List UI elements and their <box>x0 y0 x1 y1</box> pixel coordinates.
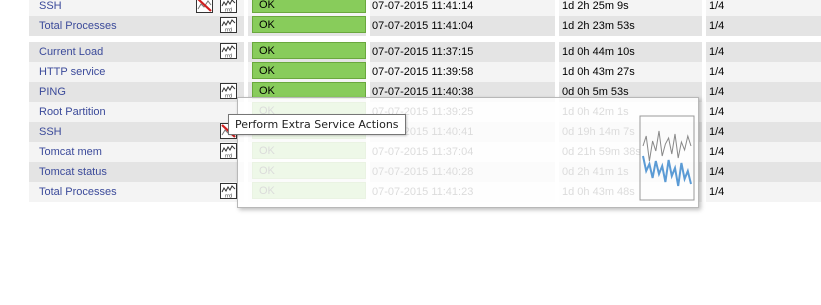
service-name-link[interactable]: SSH <box>39 0 62 16</box>
svg-text:rrd: rrd <box>225 194 232 200</box>
row-gutter <box>0 102 29 122</box>
row-gutter <box>0 0 29 16</box>
table-row: HTTP service OK 07-07-2015 11:39:58 1d 0h 4… <box>0 62 821 82</box>
last-check: 07-07-2015 11:41:14 <box>372 0 474 12</box>
svg-text:rrd: rrd <box>225 28 232 34</box>
last-check: 07-07-2015 11:41:04 <box>372 20 474 32</box>
rrd-graph-icon[interactable]: rrd <box>220 143 237 160</box>
table-row: Total Processes rrd OK 07-07-2015 11:41:04 1… <box>0 16 821 36</box>
row-gutter <box>0 162 29 182</box>
row-gutter <box>0 62 29 82</box>
status-badge: OK <box>252 16 366 33</box>
attempt: 1/4 <box>709 166 725 178</box>
service-name-link[interactable]: Tomcat mem <box>39 142 102 162</box>
last-check: 07-07-2015 11:37:15 <box>372 46 474 58</box>
service-name-link[interactable]: Current Load <box>39 42 103 62</box>
service-name-link[interactable]: Tomcat status <box>39 162 107 182</box>
attempt: 1/4 <box>709 126 725 138</box>
rrd-graph-icon[interactable]: rrd <box>220 83 237 100</box>
rrd-graph-icon[interactable]: rrd <box>220 17 237 34</box>
svg-text:rrd: rrd <box>225 94 232 100</box>
attempt: 1/4 <box>709 146 725 158</box>
svg-text:rrd: rrd <box>225 8 232 14</box>
duration: 1d 0h 44m 10s <box>562 46 635 58</box>
table-row: SSH rrd OK 07-07-2015 11:41:14 1d 2h 25m 9s 1… <box>0 0 821 16</box>
rrd-graph-icon[interactable]: rrd <box>220 0 237 14</box>
attempt: 1/4 <box>709 186 725 198</box>
rrd-graph-icon[interactable]: rrd <box>220 43 237 60</box>
duration: 1d 2h 25m 9s <box>562 0 629 12</box>
row-gutter <box>0 122 29 142</box>
service-name-link[interactable]: Root Partition <box>39 102 106 122</box>
status-badge: OK <box>252 0 366 13</box>
graph-frame <box>639 115 695 201</box>
row-gutter <box>0 142 29 162</box>
attempt: 1/4 <box>709 0 725 12</box>
service-name-link[interactable]: HTTP service <box>39 62 105 82</box>
no-graph-icon[interactable] <box>196 0 213 13</box>
row-gutter <box>0 42 29 62</box>
row-gutter <box>0 182 29 202</box>
graph-series-grey <box>642 130 692 162</box>
row-gutter <box>0 16 29 36</box>
service-name-link[interactable]: PING <box>39 82 66 102</box>
attempt: 1/4 <box>709 86 725 98</box>
service-table-top: SSH rrd OK 07-07-2015 11:41:14 1d 2h 25m 9s 1… <box>0 0 821 36</box>
table-row: Current Load rrd OK 07-07-2015 11:37:15 1d 0… <box>0 42 821 62</box>
extra-actions-tooltip: Perform Extra Service Actions <box>228 114 406 135</box>
attempt: 1/4 <box>709 66 725 78</box>
svg-text:rrd: rrd <box>225 54 232 60</box>
status-badge: OK <box>252 62 366 79</box>
graph-series-blue <box>642 155 692 187</box>
attempt: 1/4 <box>709 46 725 58</box>
service-name-link[interactable]: Total Processes <box>39 182 117 202</box>
duration: 1d 2h 23m 53s <box>562 20 635 32</box>
attempt: 1/4 <box>709 20 725 32</box>
rrd-graph-icon[interactable]: rrd <box>220 183 237 200</box>
service-name-link[interactable]: SSH <box>39 122 62 142</box>
status-badge: OK <box>252 42 366 59</box>
service-name-link[interactable]: Total Processes <box>39 16 117 36</box>
duration: 1d 0h 43m 27s <box>562 66 635 78</box>
last-check: 07-07-2015 11:39:58 <box>372 66 474 78</box>
attempt: 1/4 <box>709 106 725 118</box>
svg-text:rrd: rrd <box>225 154 232 160</box>
row-gutter <box>0 82 29 102</box>
